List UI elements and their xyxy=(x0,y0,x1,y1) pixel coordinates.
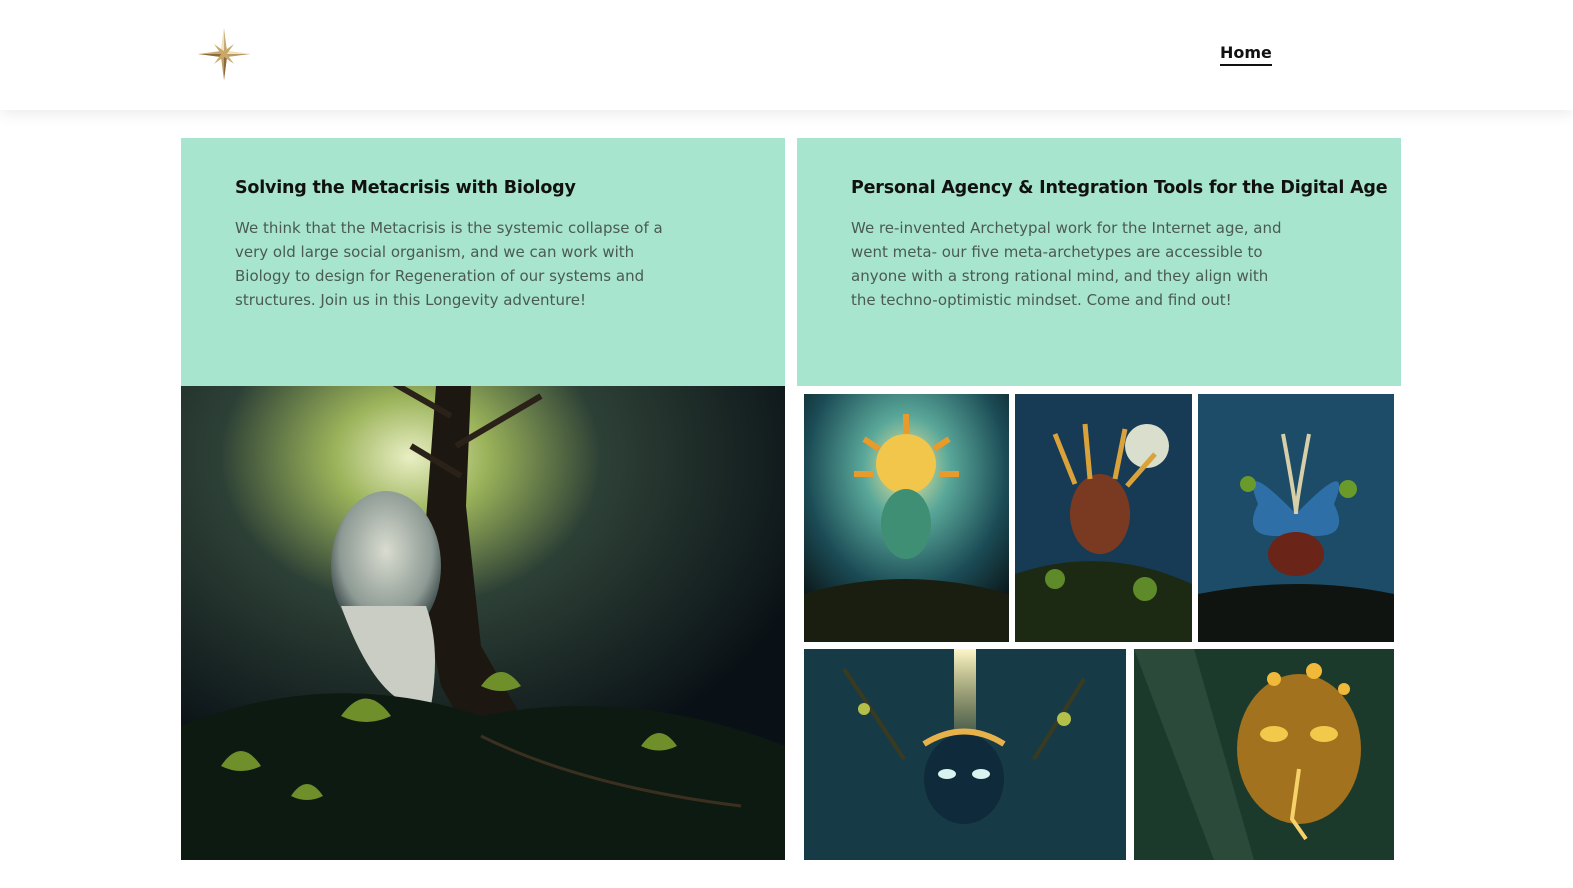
card-title: Personal Agency & Integration Tools for … xyxy=(851,178,1388,198)
compass-star-icon[interactable] xyxy=(196,26,252,82)
golden-face-painting xyxy=(1134,649,1394,860)
site-header: Home xyxy=(0,0,1573,110)
nav-home-link[interactable]: Home xyxy=(1220,43,1272,66)
card-body: We think that the Metacrisis is the syst… xyxy=(235,219,663,309)
card-title: Solving the Metacrisis with Biology xyxy=(235,178,576,198)
metacrisis-card: Solving the Metacrisis with Biology We t… xyxy=(181,138,785,386)
tree-face-painting xyxy=(181,386,785,860)
light-mask-painting xyxy=(804,649,1126,860)
moon-mask-painting xyxy=(1015,394,1192,642)
sun-mask-painting xyxy=(804,394,1009,642)
butterfly-mask-painting xyxy=(1198,394,1394,642)
personal-agency-card: Personal Agency & Integration Tools for … xyxy=(797,138,1401,386)
card-body: We re-invented Archetypal work for the I… xyxy=(851,219,1282,309)
